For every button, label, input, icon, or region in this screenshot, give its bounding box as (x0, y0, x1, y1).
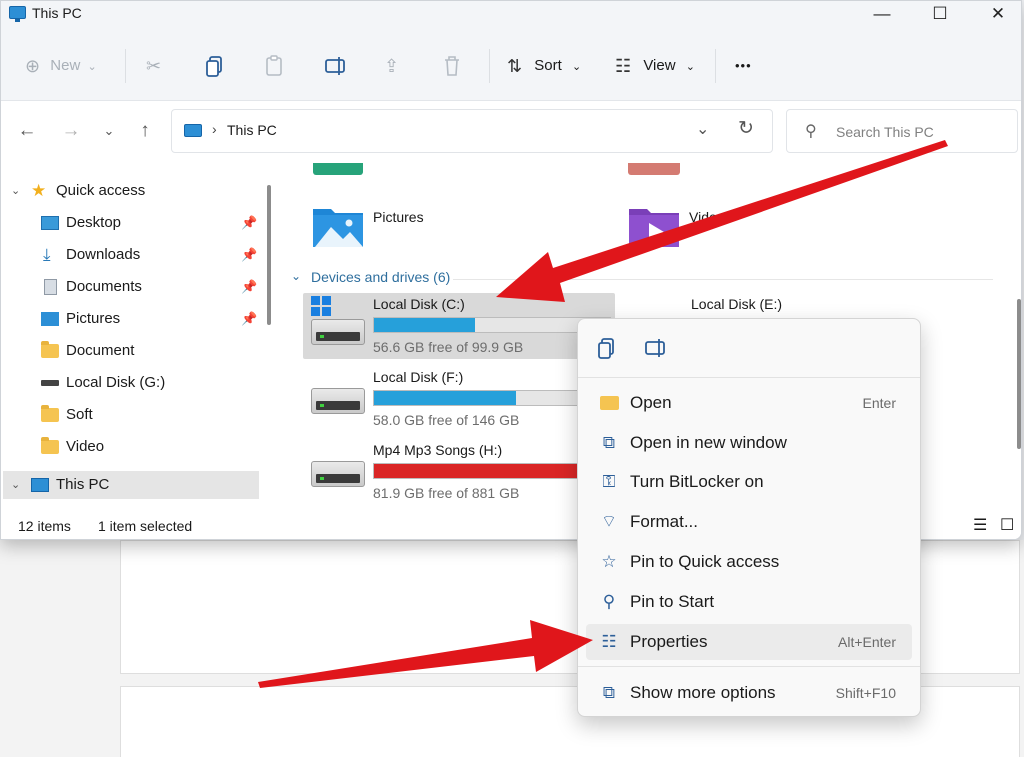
annotation-arrow (496, 140, 948, 302)
annotation-overlay (258, 140, 948, 688)
annotation-arrows (258, 140, 948, 688)
annotation-arrow (258, 620, 593, 688)
